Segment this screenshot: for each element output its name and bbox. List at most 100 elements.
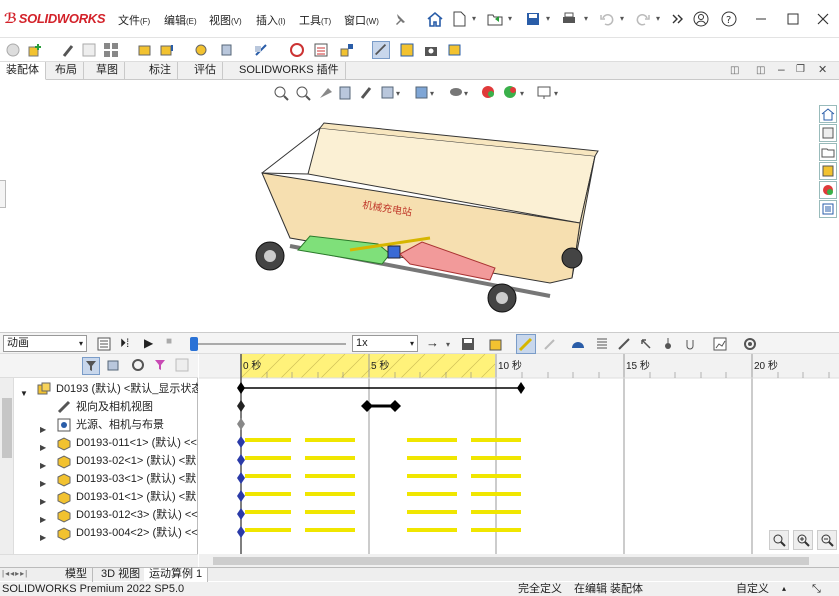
play-from-start-icon[interactable]: ⏵⁞ [120,336,129,351]
feature-manager-toggle[interactable] [0,180,6,208]
save-icon[interactable] [524,10,542,28]
playback-speed-select[interactable]: 1x ▾ [352,335,418,352]
tree-row-component[interactable]: ▶ D0193-01<1> (默认) <默 [0,488,198,506]
component-preview-icon[interactable] [80,41,98,59]
filter-animated-icon[interactable] [82,357,100,375]
minimize-icon[interactable] [752,10,770,28]
chevron-down-icon[interactable]: ▾ [508,14,512,23]
autokey-icon[interactable] [516,334,536,354]
doc-close-icon[interactable]: ✕ [818,63,827,76]
collapse-left-icon[interactable]: ◫ [730,65,739,76]
motor-icon[interactable] [570,336,586,352]
expand-arrow-icon[interactable]: ▶ [40,511,46,524]
tab-model[interactable]: 模型 [60,568,93,582]
add-update-key-icon[interactable] [542,336,558,352]
force-icon[interactable] [638,336,654,352]
move-component-icon[interactable] [158,41,176,59]
collapse-tree-icon[interactable] [174,357,192,375]
view-palette-icon[interactable] [819,162,837,180]
menu-tools[interactable]: 工具(T) [299,12,331,28]
playback-slider[interactable] [190,343,346,345]
tab-evaluate[interactable]: 评估 [188,62,223,80]
open-folder-icon[interactable] [486,10,504,28]
gravity-icon[interactable] [682,336,698,352]
tree-row-camera-views[interactable]: 视向及相机视图 [0,398,198,416]
menu-view[interactable]: 视图(V) [209,12,242,28]
tab-markup[interactable]: 标注 [143,62,178,80]
tab-sketch[interactable]: 草图 [90,62,125,80]
new-motion-study-icon[interactable] [288,41,306,59]
expand-arrow-icon[interactable]: ▼ [20,385,28,398]
custom-properties-icon[interactable] [819,200,837,218]
user-account-icon[interactable] [692,10,710,28]
menu-window[interactable]: 窗口(W) [344,12,379,28]
expand-arrow-icon[interactable]: ▶ [40,493,46,506]
zoom-in-timeline-icon[interactable] [793,530,813,550]
chevron-down-icon[interactable]: ▾ [446,340,450,349]
damper-icon[interactable] [616,336,632,352]
assembly-model[interactable]: 机械充电站 [250,118,610,318]
help-icon[interactable]: ? [720,10,738,28]
doc-restore-icon[interactable]: ❐ [796,64,805,75]
filter-selected-icon[interactable] [130,357,148,375]
assembly-features-icon[interactable] [218,41,236,59]
smart-fasteners-icon[interactable] [136,41,154,59]
status-options-icon[interactable]: ⤡ [812,582,821,596]
design-library-icon[interactable] [819,124,837,142]
zoom-out-timeline-icon[interactable] [817,530,837,550]
graphics-area[interactable]: ▾ ▾ ▾ ▾ ▾ 机械充电站 [0,80,817,330]
linear-pattern-icon[interactable] [102,41,120,59]
menu-file[interactable]: 文件(F) [118,12,150,28]
maximize-icon[interactable] [784,10,802,28]
collapse-right-icon[interactable]: ◫ [756,65,765,76]
tab-layout[interactable]: 布局 [49,62,84,80]
expand-arrow-icon[interactable]: ▶ [40,457,46,470]
show-hidden-icon[interactable] [192,41,210,59]
home-icon[interactable] [426,10,444,28]
new-document-icon[interactable] [450,10,468,28]
bill-of-materials-icon[interactable] [312,41,330,59]
reference-geometry-icon[interactable] [252,41,270,59]
tree-row-root[interactable]: ▼ D0193 (默认) <默认_显示状态 [0,380,198,398]
edit-component-icon[interactable] [4,41,22,59]
tab-scroll-arrows[interactable]: |◂◂▸▸| [2,569,28,578]
playback-slider-thumb[interactable] [190,337,198,351]
tab-assembly[interactable]: 装配体 [0,62,46,80]
more-icon[interactable] [668,10,686,28]
chevron-down-icon[interactable]: ▾ [546,14,550,23]
solidworks-logo[interactable]: ℬ SOLIDWORKS [4,10,106,27]
zoom-to-fit-timeline-icon[interactable] [769,530,789,550]
tree-row-component[interactable]: ▶ D0193-011<1> (默认) << [0,434,198,452]
tree-horizontal-scrollbar[interactable] [0,554,198,568]
expand-arrow-icon[interactable]: ▶ [40,421,46,434]
tree-row-component[interactable]: ▶ D0193-004<2> (默认) << [0,524,198,542]
unit-system[interactable]: 自定义 [736,582,769,596]
chevron-down-icon[interactable]: ▾ [656,14,660,23]
expand-arrow-icon[interactable]: ▶ [40,475,46,488]
tab-3d-view[interactable]: 3D 视图 [96,568,147,582]
undo-icon[interactable] [598,10,616,28]
spring-icon[interactable] [594,336,610,352]
results-and-plots-icon[interactable] [712,336,728,352]
study-type-select[interactable]: 动画 ▾ [3,335,87,352]
mate-icon[interactable] [58,41,76,59]
instant3d-icon[interactable] [372,41,390,59]
close-icon[interactable] [814,10,832,28]
redo-icon[interactable] [634,10,652,28]
exploded-view-icon[interactable] [338,41,356,59]
tree-row-component[interactable]: ▶ D0193-02<1> (默认) <默 [0,452,198,470]
motion-study-properties-icon[interactable] [742,336,758,352]
play-icon[interactable]: ▶ [144,336,153,350]
pin-icon[interactable] [390,11,408,29]
doc-minimize-icon[interactable]: – [778,62,785,76]
stop-icon[interactable]: ■ [166,336,172,347]
timeline-area[interactable]: 0 秒 5 秒 10 秒 15 秒 20 秒 [199,354,839,568]
playback-mode-icon[interactable]: → [426,335,439,350]
tree-row-lights[interactable]: ▶ 光源、相机与布景 [0,416,198,434]
tab-solidworks-addins[interactable]: SOLIDWORKS 插件 [233,62,346,80]
filter-driving-icon[interactable] [106,357,124,375]
contact-icon[interactable] [660,336,676,352]
chevron-down-icon[interactable]: ▾ [584,14,588,23]
save-animation-icon[interactable] [460,336,476,352]
filter-results-icon[interactable] [152,357,170,375]
